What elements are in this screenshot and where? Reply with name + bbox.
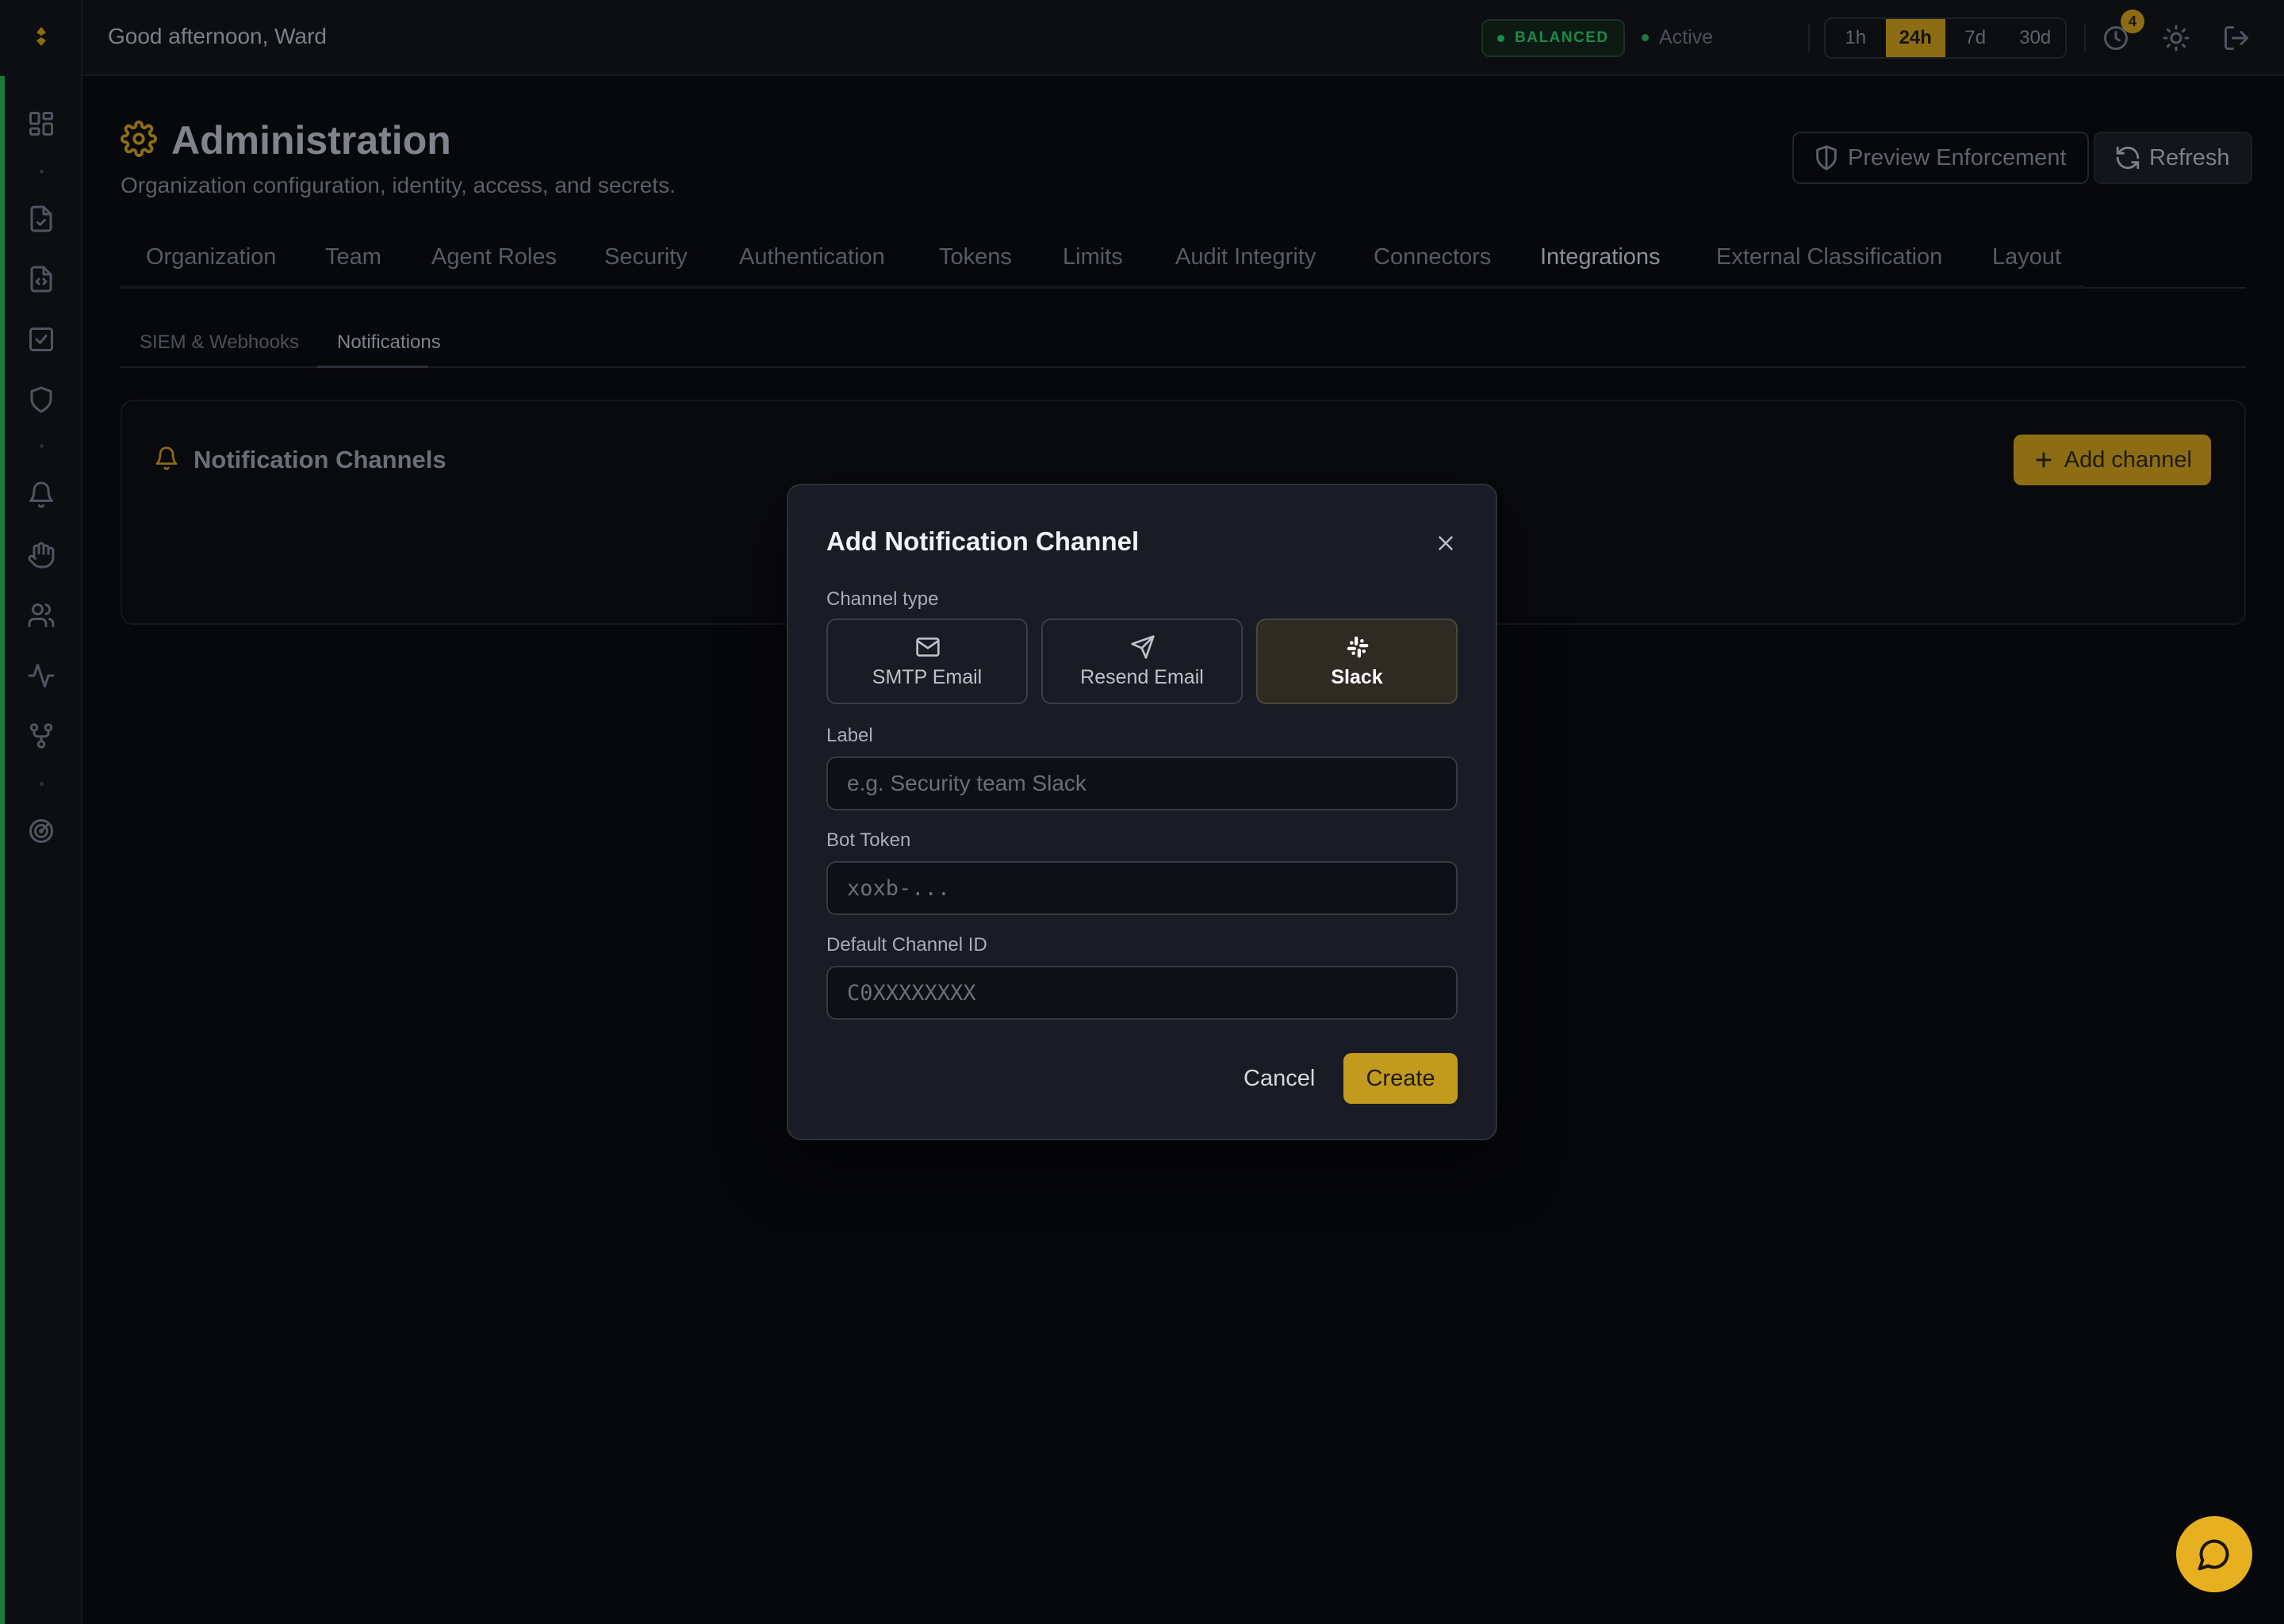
range-30d[interactable]: 30d — [2006, 19, 2066, 57]
subtab-notifications[interactable]: Notifications — [337, 331, 441, 354]
subtab-active-indicator — [317, 366, 428, 368]
range-7d[interactable]: 7d — [1945, 19, 2006, 57]
subtab-siem-webhooks[interactable]: SIEM & Webhooks — [140, 331, 299, 354]
tab-integrations[interactable]: Integrations — [1540, 244, 1661, 270]
add-channel-button[interactable]: Add channel — [2013, 435, 2211, 485]
default-channel-id-input[interactable] — [826, 966, 1458, 1020]
status-indicator: Active — [1642, 26, 1713, 49]
tab-limits[interactable]: Limits — [1063, 244, 1123, 270]
close-icon[interactable] — [1434, 531, 1458, 555]
sidebar-divider — [40, 170, 44, 174]
logout-icon[interactable] — [2222, 24, 2251, 52]
refresh-label: Refresh — [2149, 145, 2230, 170]
preview-enforcement-button[interactable]: Preview Enforcement — [1792, 132, 2089, 184]
greeting: Good afternoon, Ward — [108, 24, 328, 48]
divider — [2084, 24, 2086, 52]
activity-icon[interactable] — [27, 661, 56, 690]
cancel-button[interactable]: Cancel — [1232, 1053, 1326, 1104]
chat-bubble-icon — [2197, 1537, 2232, 1572]
page-title: Administration — [171, 118, 451, 163]
preview-enforcement-label: Preview Enforcement — [1848, 145, 2067, 170]
tab-audit-integrity[interactable]: Audit Integrity — [1175, 244, 1316, 270]
range-1h[interactable]: 1h — [1826, 19, 1886, 57]
admin-tabs: Organization Team Agent Roles Security A… — [121, 230, 2246, 289]
channel-type-slack[interactable]: Slack — [1256, 619, 1458, 704]
tabs-baseline — [121, 285, 2084, 289]
label-field-label: Label — [826, 725, 873, 746]
tab-external-classification[interactable]: External Classification — [1716, 244, 1942, 270]
channel-id-field-label: Default Channel ID — [826, 934, 987, 956]
card-title: Notification Channels — [194, 446, 446, 473]
integration-subtabs: SIEM & Webhooks Notifications — [121, 324, 2246, 368]
channel-type-smtp-email[interactable]: SMTP Email — [826, 619, 1028, 704]
theme-toggle-icon[interactable] — [2162, 24, 2190, 52]
time-range-selector: 1h 24h 7d 30d — [1824, 17, 2067, 59]
channel-type-resend-email[interactable]: Resend Email — [1041, 619, 1243, 704]
tab-authentication[interactable]: Authentication — [739, 244, 885, 270]
tab-layout[interactable]: Layout — [1992, 244, 2061, 270]
git-branch-icon[interactable] — [27, 722, 56, 750]
shield-preview-icon — [1813, 144, 1840, 171]
file-audit-icon[interactable] — [27, 205, 56, 233]
sidebar-divider — [40, 444, 44, 448]
channel-type-label: Channel type — [826, 588, 939, 610]
sidebar-divider — [40, 782, 44, 786]
tab-organization[interactable]: Organization — [146, 244, 276, 270]
bell-icon[interactable] — [27, 481, 56, 509]
label-input[interactable] — [826, 756, 1458, 810]
tab-tokens[interactable]: Tokens — [939, 244, 1012, 270]
bell-icon — [154, 446, 179, 471]
send-icon — [1130, 634, 1155, 660]
slack-icon — [1345, 634, 1370, 660]
logo-icon[interactable] — [29, 24, 54, 49]
create-button[interactable]: Create — [1343, 1053, 1458, 1104]
checkbox-icon[interactable] — [27, 325, 56, 354]
sidebar — [0, 0, 82, 1624]
dashboard-icon[interactable] — [27, 109, 56, 138]
refresh-icon — [2114, 144, 2141, 171]
bot-token-input[interactable] — [826, 861, 1458, 915]
radar-icon[interactable] — [27, 817, 56, 845]
dialog-title: Add Notification Channel — [826, 527, 1140, 556]
hand-icon[interactable] — [27, 541, 56, 569]
tab-agent-roles[interactable]: Agent Roles — [431, 244, 557, 270]
range-24h[interactable]: 24h — [1885, 19, 1945, 57]
divider — [1808, 24, 1810, 52]
tab-team[interactable]: Team — [325, 244, 381, 270]
mode-badge: BALANCED — [1481, 19, 1625, 57]
plus-icon — [2033, 449, 2055, 471]
page-subtitle: Organization configuration, identity, ac… — [121, 173, 676, 197]
type-label: Slack — [1331, 666, 1383, 688]
add-channel-label: Add channel — [2064, 447, 2192, 473]
bot-token-field-label: Bot Token — [826, 829, 911, 851]
refresh-button[interactable]: Refresh — [2094, 132, 2252, 184]
type-label: SMTP Email — [872, 666, 983, 688]
shield-icon[interactable] — [27, 385, 56, 414]
mail-icon — [915, 634, 941, 660]
users-icon[interactable] — [27, 601, 56, 630]
gear-icon — [121, 121, 157, 157]
tab-security[interactable]: Security — [604, 244, 688, 270]
chat-button[interactable] — [2176, 1516, 2252, 1592]
add-notification-channel-dialog: Add Notification Channel Channel type SM… — [787, 484, 1497, 1140]
notification-count-badge: 4 — [2121, 10, 2144, 33]
file-code-icon[interactable] — [27, 265, 56, 293]
type-label: Resend Email — [1080, 666, 1204, 688]
tab-connectors[interactable]: Connectors — [1374, 244, 1491, 270]
